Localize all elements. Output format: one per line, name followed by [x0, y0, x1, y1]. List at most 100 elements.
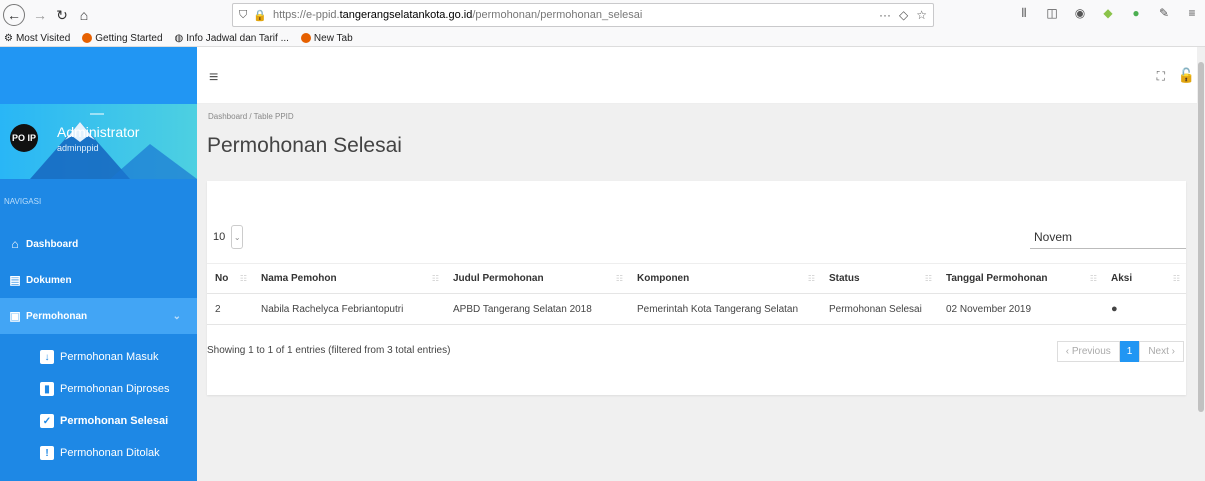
submenu-permohonan: ↓ Permohonan Masuk ▮ Permohonan Diproses…: [0, 334, 197, 469]
lock-icon: 🔒: [253, 9, 267, 22]
table-card: 10 ⌄ No☷ Nama Pemohon☷ Judul Permohonan☷…: [207, 181, 1186, 395]
submenu-item-selesai[interactable]: ✓ Permohonan Selesai: [0, 405, 197, 437]
shield-icon: ⛉: [239, 8, 248, 21]
submenu-item-masuk[interactable]: ↓ Permohonan Masuk: [0, 341, 197, 373]
sort-icon: ☷: [924, 274, 932, 283]
sort-icon: ☷: [1172, 274, 1180, 283]
cell-status: Permohonan Selesai: [821, 293, 938, 325]
eye-icon[interactable]: ●: [1111, 303, 1118, 315]
exclamation-icon: !: [40, 446, 54, 460]
column-header-nama[interactable]: Nama Pemohon ☷: [253, 263, 445, 294]
library-icon[interactable]: ⫴: [1017, 6, 1031, 20]
page-title: Permohonan Selesai: [207, 134, 402, 157]
submenu-item-label: Permohonan Masuk: [60, 351, 159, 363]
check-icon: ✓: [40, 414, 54, 428]
sidebar-item-label: Permohonan: [26, 310, 88, 322]
extension-green-icon[interactable]: ●: [1129, 6, 1143, 20]
table-header-row: No ☷ Nama Pemohon ☷ Judul Permohonan ☷ Komp…: [207, 263, 1186, 294]
submenu-item-label: Permohonan Ditolak: [60, 447, 160, 459]
extension-icon[interactable]: ◆: [1101, 6, 1115, 20]
data-table: No ☷ Nama Pemohon ☷ Judul Permohonan ☷ Komp…: [207, 263, 1186, 325]
submenu-item-ditolak[interactable]: ! Permohonan Ditolak: [0, 437, 197, 469]
bookmarks-bar: ⚙ Most Visited Getting Started ◍ Info Jadw…: [0, 30, 1205, 47]
sort-icon: ☷: [615, 274, 623, 283]
profile-panel: PO IP Administrator adminppid: [0, 104, 197, 179]
home-icon[interactable]: ⌂: [73, 4, 95, 26]
top-header: ≡ ⛶ 🔓: [197, 47, 1205, 104]
translate-icon[interactable]: ✎: [1157, 6, 1171, 20]
table-info: Showing 1 to 1 of 1 entries (filtered fr…: [207, 345, 451, 356]
bookmark-info-jadwal[interactable]: ◍ Info Jadwal dan Tarif ...: [175, 33, 289, 44]
bar-chart-icon: ▮: [40, 382, 54, 396]
sidebar-item-label: Dokumen: [26, 274, 72, 286]
menu-icon[interactable]: ≡: [1185, 6, 1199, 20]
column-header-judul[interactable]: Judul Permohonan ☷: [445, 263, 629, 294]
page-1-button[interactable]: 1: [1119, 341, 1140, 362]
bookmark-getting-started[interactable]: Getting Started: [82, 33, 163, 44]
sidebar-item-dokumen[interactable]: ▤ Dokumen: [0, 262, 197, 298]
reload-icon[interactable]: ↻: [51, 4, 73, 26]
previous-page-button[interactable]: ‹ Previous: [1056, 341, 1120, 362]
avatar[interactable]: PO IP: [10, 124, 38, 152]
bookmark-most-visited[interactable]: ⚙ Most Visited: [4, 33, 70, 44]
submenu-item-label: Permohonan Diproses: [60, 383, 170, 395]
search-input[interactable]: [1030, 225, 1186, 249]
scrollbar-thumb[interactable]: [1198, 62, 1204, 412]
main-content: Dashboard / Table PPID Permohonan Selesa…: [197, 104, 1197, 481]
column-header-status[interactable]: Status ☷: [821, 263, 938, 294]
submenu-item-diproses[interactable]: ▮ Permohonan Diproses: [0, 373, 197, 405]
next-page-button[interactable]: Next ›: [1139, 341, 1184, 362]
back-arrow-icon[interactable]: ←: [3, 4, 25, 26]
sort-icon: ☷: [431, 274, 439, 283]
sort-icon: ☷: [239, 274, 247, 283]
pagination: ‹ Previous 1 Next ›: [1056, 341, 1184, 362]
forward-arrow-icon[interactable]: →: [29, 4, 51, 26]
browser-toolbar: ← → ↻ ⌂ ⛉ 🔒 https://e-ppid.tangerangsela…: [0, 0, 1205, 30]
column-header-tanggal[interactable]: Tanggal Permohonan ☷: [938, 263, 1103, 294]
column-header-no[interactable]: No ☷: [207, 263, 253, 294]
table-row: 2 Nabila Rachelyca Febriantoputri APBD T…: [207, 293, 1186, 325]
firefox-icon: [82, 33, 93, 43]
sidebar-item-label: Dashboard: [26, 238, 79, 250]
file-plus-icon: ▤: [9, 273, 21, 287]
profile-name: Administrator: [57, 124, 140, 140]
sidebar-item-permohonan[interactable]: ▣ Permohonan ⌄: [0, 298, 197, 334]
home-icon: ⌂: [11, 237, 19, 251]
cell-judul: APBD Tangerang Selatan 2018: [445, 293, 629, 325]
page-length-select[interactable]: 10 ⌄: [209, 225, 244, 249]
fullscreen-icon[interactable]: ⛶: [1157, 69, 1165, 84]
submenu-item-label: Permohonan Selesai: [60, 415, 169, 427]
sidebar-item-dashboard[interactable]: ⌂ Dashboard: [0, 226, 197, 262]
cell-no: 2: [207, 293, 253, 325]
breadcrumb: Dashboard / Table PPID: [208, 112, 294, 121]
column-header-komponen[interactable]: Komponen ☷: [629, 263, 821, 294]
cell-tanggal: 02 November 2019: [938, 293, 1103, 325]
cell-aksi: ●: [1103, 293, 1186, 325]
bookmark-new-tab[interactable]: New Tab: [300, 33, 353, 44]
url-bar[interactable]: ⛉ 🔒 https://e-ppid.tangerangselatankota.…: [232, 3, 934, 27]
nav-heading: NAVIGASI: [4, 197, 42, 206]
page-scrollbar[interactable]: [1197, 47, 1205, 481]
gear-icon: ⚙: [4, 32, 13, 44]
inbox-icon: ↓: [40, 350, 54, 364]
pocket-icon[interactable]: ◇: [899, 8, 908, 22]
app-root: PO IP Administrator adminppid NAVIGASI ⌂…: [0, 47, 1205, 481]
sort-icon: ☷: [807, 274, 815, 283]
clipboard-icon: ▣: [9, 309, 21, 323]
account-icon[interactable]: ◉: [1073, 6, 1087, 20]
profile-username: adminppid: [57, 143, 99, 153]
url-text: https://e-ppid.tangerangselatankota.go.i…: [272, 9, 643, 21]
sidebar-logo-area: [0, 47, 197, 104]
lock-icon[interactable]: 🔓: [1178, 67, 1195, 84]
chevron-down-icon: ⌄: [172, 310, 181, 322]
star-icon[interactable]: ☆: [916, 8, 927, 22]
more-icon[interactable]: ···: [879, 8, 891, 22]
sort-icon: ☷: [1089, 274, 1097, 283]
page-length-value: 10: [213, 231, 226, 243]
cell-nama: Nabila Rachelyca Febriantoputri: [253, 293, 445, 325]
cell-komponen: Pemerintah Kota Tangerang Selatan: [629, 293, 821, 325]
firefox-icon: [300, 33, 311, 43]
column-header-aksi[interactable]: Aksi ☷: [1103, 263, 1186, 294]
hamburger-icon[interactable]: ≡: [209, 69, 218, 87]
sidebar-toggle-icon[interactable]: ◫: [1045, 6, 1059, 20]
